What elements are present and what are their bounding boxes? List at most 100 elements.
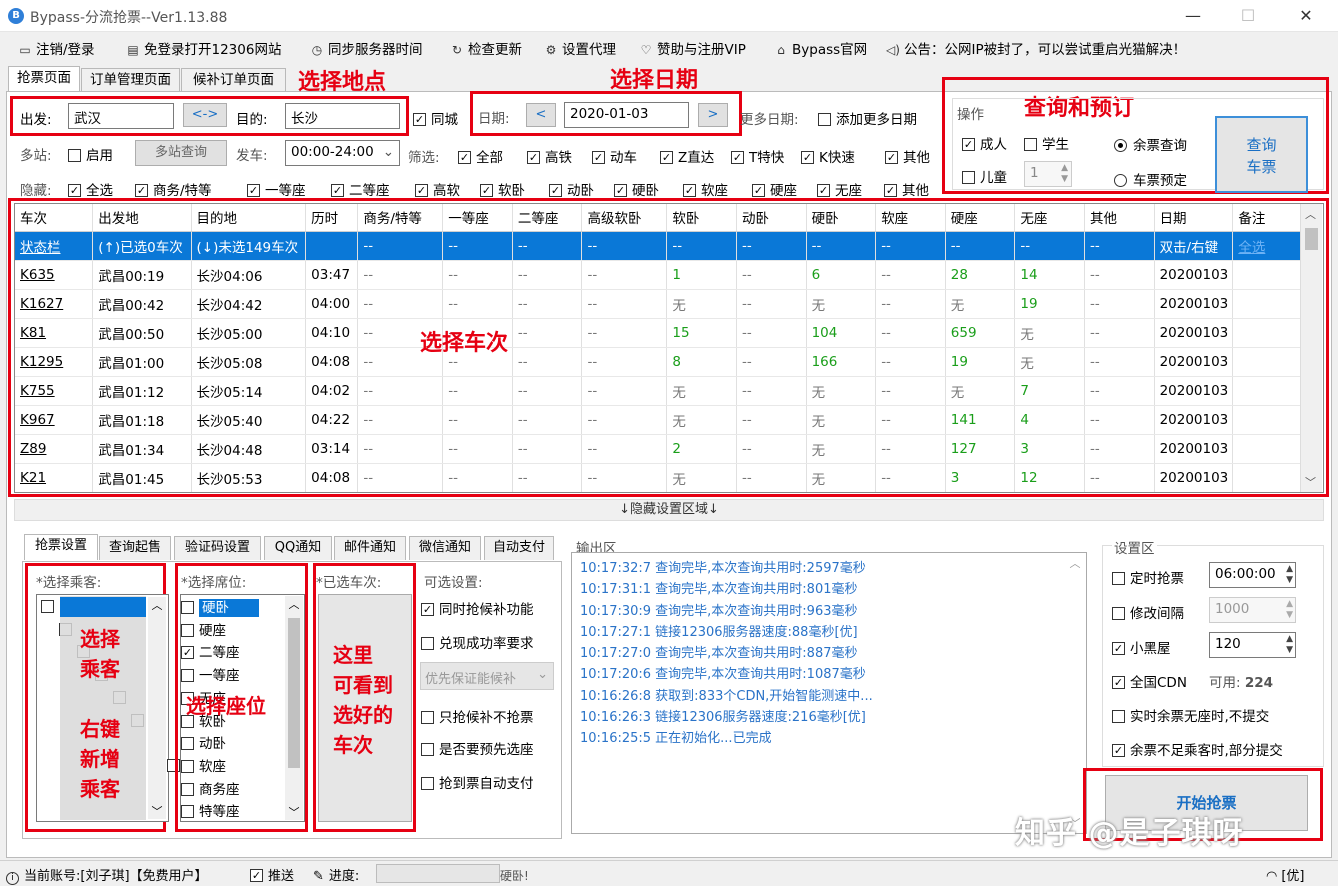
tab-grab-tickets[interactable]: 抢票页面 bbox=[8, 66, 80, 92]
seat-option[interactable]: 软座 bbox=[181, 756, 283, 779]
hide-checkbox[interactable]: 其他 bbox=[884, 179, 929, 199]
date-input[interactable]: 2020-01-03 bbox=[564, 102, 689, 128]
menu-check-update[interactable]: ↻ 检查更新 bbox=[450, 38, 522, 58]
push-checkbox[interactable]: 推送 bbox=[250, 865, 294, 884]
table-cell[interactable]: K81 bbox=[15, 318, 94, 348]
from-input[interactable]: 武汉 bbox=[68, 103, 174, 129]
table-scrollbar[interactable]: ︿ ﹀ bbox=[1300, 204, 1322, 492]
bottom-tab[interactable]: 抢票设置 bbox=[24, 534, 98, 560]
next-date-button[interactable]: > bbox=[698, 103, 728, 127]
table-row[interactable]: K967 武昌01:18 长沙05:40 04:22 -- -- -- -- 无 -- 无 -- 141… bbox=[15, 405, 1302, 435]
column-header[interactable]: 二等座 bbox=[512, 204, 583, 232]
column-header[interactable]: 车次 bbox=[15, 204, 94, 232]
table-cell[interactable]: K1627 bbox=[15, 289, 94, 319]
column-header[interactable]: 出发地 bbox=[92, 204, 192, 232]
table-cell[interactable] bbox=[1232, 318, 1302, 348]
option-checkbox[interactable]: 兑现成功率要求 bbox=[421, 632, 534, 652]
seat-option[interactable]: 二等座 bbox=[181, 642, 283, 665]
scroll-down-icon[interactable]: ﹀ bbox=[285, 804, 303, 820]
column-header[interactable]: 硬座 bbox=[945, 204, 1016, 232]
menu-website[interactable]: ⌂ Bypass官网 bbox=[774, 38, 867, 58]
scroll-thumb[interactable] bbox=[288, 618, 300, 768]
scroll-up-icon[interactable]: ︿ bbox=[1066, 555, 1084, 571]
interval-value-stepper[interactable]: 1000 ▲ ▼ bbox=[1209, 597, 1296, 623]
prev-date-button[interactable]: < bbox=[526, 103, 556, 127]
filter-checkbox[interactable]: K快速 bbox=[801, 146, 855, 166]
column-header[interactable]: 无座 bbox=[1014, 204, 1085, 232]
blackroom-value-stepper[interactable]: 120 ▲ ▼ bbox=[1209, 632, 1296, 658]
column-header[interactable]: 日期 bbox=[1154, 204, 1234, 232]
table-cell[interactable] bbox=[1232, 463, 1302, 492]
timed-value-stepper[interactable]: 06:00:00 ▲ ▼ bbox=[1209, 562, 1296, 588]
table-row[interactable]: K81 武昌00:50 长沙05:00 04:10 -- -- -- -- 15 -- 104 -- 6… bbox=[15, 318, 1302, 348]
student-checkbox[interactable]: 学生 bbox=[1024, 133, 1069, 153]
child-count-stepper[interactable]: 1 ▲ ▼ bbox=[1024, 161, 1072, 187]
swap-button[interactable]: <-> bbox=[183, 103, 227, 127]
table-row[interactable]: K635 武昌00:19 长沙04:06 03:47 -- -- -- -- 1 -- 6 -- 28 1… bbox=[15, 260, 1302, 290]
output-scrollbar[interactable]: ︿ ﹀ bbox=[1066, 555, 1084, 831]
column-header[interactable]: 其他 bbox=[1084, 204, 1155, 232]
option-checkbox[interactable]: 抢到票自动支付 bbox=[421, 772, 534, 792]
option-checkbox[interactable]: 同时抢候补功能 bbox=[421, 598, 534, 618]
filter-checkbox[interactable]: 其他 bbox=[885, 146, 930, 166]
filter-checkbox[interactable]: 全部 bbox=[458, 146, 503, 166]
reserve-radio[interactable]: 车票预定 bbox=[1114, 169, 1187, 189]
tab-order-management[interactable]: 订单管理页面 bbox=[81, 68, 180, 92]
interval-checkbox[interactable]: 修改间隔 bbox=[1112, 602, 1184, 622]
bottom-tab[interactable]: 邮件通知 bbox=[334, 536, 406, 560]
table-cell[interactable]: K967 bbox=[15, 405, 94, 435]
hide-checkbox[interactable]: 软卧 bbox=[480, 179, 525, 199]
table-cell[interactable] bbox=[1232, 260, 1302, 290]
hide-checkbox[interactable]: 高软 bbox=[415, 179, 460, 199]
filter-checkbox[interactable]: 动车 bbox=[592, 146, 637, 166]
menu-open-12306[interactable]: ▤ 免登录打开12306网站 bbox=[126, 38, 281, 58]
table-row[interactable]: K1295 武昌01:00 长沙05:08 04:08 -- -- -- -- 8 -- 166 --… bbox=[15, 347, 1302, 377]
depart-select[interactable]: 00:00-24:00 ⌄ bbox=[285, 140, 400, 166]
scroll-up-icon[interactable]: ︿ bbox=[285, 596, 303, 612]
table-cell[interactable]: K635 bbox=[15, 260, 94, 290]
waitlist-priority-select[interactable]: 优先保证能候补 ⌄ bbox=[420, 662, 554, 690]
menu-notice[interactable]: ◁) 公告：公网IP被封了，可以尝试重启光猫解决！ bbox=[886, 38, 1186, 58]
hide-checkbox[interactable]: 全选 bbox=[68, 179, 113, 199]
remain-query-radio[interactable]: 余票查询 bbox=[1114, 134, 1187, 154]
seat-option[interactable]: 一等座 bbox=[181, 665, 283, 688]
scroll-up-icon[interactable]: ︿ bbox=[1305, 206, 1316, 222]
option-checkbox[interactable]: 只抢候补不抢票 bbox=[421, 706, 534, 726]
hide-checkbox[interactable]: 无座 bbox=[817, 179, 862, 199]
train-table[interactable]: 车次 出发地 目的地 历时 商务/特等 一等座 二等座 高级软卧 软卧 动卧 硬卧 软座 硬座 无座 其他日… bbox=[14, 203, 1324, 493]
table-cell[interactable]: 全选 bbox=[1232, 231, 1302, 261]
table-cell[interactable]: K21 bbox=[15, 463, 94, 492]
same-city-checkbox[interactable]: 同城 bbox=[413, 108, 458, 128]
tab-waitlist-orders[interactable]: 候补订单页面 bbox=[181, 68, 286, 92]
table-cell[interactable] bbox=[1232, 347, 1302, 377]
status-row[interactable]: 状态栏 (↑)已选0车次 (↓)未选149车次 -- -- -- -- -- -- -- -- -- -… bbox=[15, 231, 1302, 261]
seat-option[interactable]: 动卧 bbox=[181, 733, 283, 756]
hide-checkbox[interactable]: 硬卧 bbox=[614, 179, 659, 199]
add-dates-checkbox[interactable]: 添加更多日期 bbox=[818, 108, 917, 128]
option-checkbox[interactable]: 是否要预先选座 bbox=[421, 738, 534, 758]
table-cell[interactable] bbox=[1232, 289, 1302, 319]
table-row[interactable]: K21 武昌01:45 长沙05:53 04:08 -- -- -- -- 无 -- 无 -- 3 12-… bbox=[15, 463, 1302, 492]
passenger-scrollbar[interactable]: ︿ ﹀ bbox=[148, 597, 166, 819]
table-row[interactable]: K1627 武昌00:42 长沙04:42 04:00 -- -- -- -- 无 -- 无 -- 无 1… bbox=[15, 289, 1302, 319]
column-header[interactable]: 软座 bbox=[875, 204, 946, 232]
blackroom-checkbox[interactable]: 小黑屋 bbox=[1112, 637, 1171, 657]
to-input[interactable]: 长沙 bbox=[285, 103, 400, 129]
bottom-tab[interactable]: 自动支付 bbox=[484, 536, 554, 560]
hide-settings-toggle[interactable]: ↓隐藏设置区域↓ bbox=[14, 499, 1324, 521]
column-header[interactable]: 备注 bbox=[1232, 204, 1302, 232]
table-cell[interactable]: 状态栏 bbox=[15, 231, 94, 261]
bottom-tab[interactable]: QQ通知 bbox=[264, 536, 332, 560]
table-cell[interactable]: K755 bbox=[15, 376, 94, 406]
menu-login[interactable]: ▭ 注销/登录 bbox=[18, 38, 94, 58]
table-cell[interactable]: Z89 bbox=[15, 434, 94, 464]
seat-option[interactable]: 特等座 bbox=[181, 801, 283, 824]
child-checkbox[interactable]: 儿童 bbox=[962, 166, 1007, 186]
filter-checkbox[interactable]: Z直达 bbox=[660, 146, 714, 166]
timed-grab-checkbox[interactable]: 定时抢票 bbox=[1112, 567, 1184, 587]
hide-checkbox[interactable]: 二等座 bbox=[331, 179, 390, 199]
table-cell[interactable]: K1295 bbox=[15, 347, 94, 377]
hide-checkbox[interactable]: 硬座 bbox=[752, 179, 797, 199]
bottom-tab[interactable]: 验证码设置 bbox=[174, 536, 261, 560]
query-tickets-button[interactable]: 查询 车票 bbox=[1215, 116, 1308, 193]
